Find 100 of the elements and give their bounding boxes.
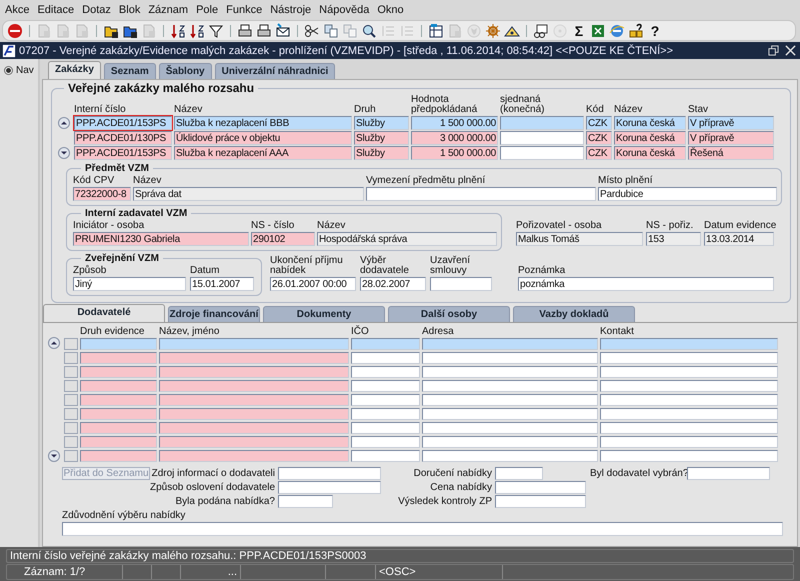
table-cell[interactable]: V přípravě <box>688 131 774 145</box>
table-cell[interactable] <box>159 338 349 350</box>
row-selector[interactable] <box>64 380 78 392</box>
table-cell[interactable] <box>159 422 349 434</box>
filter-icon[interactable] <box>208 22 224 38</box>
table-cell[interactable]: Služby <box>354 146 409 160</box>
input-field[interactable] <box>495 467 543 480</box>
input-field[interactable] <box>687 467 770 480</box>
spreadsheet-icon[interactable] <box>590 22 606 38</box>
table-cell[interactable] <box>80 366 157 378</box>
table-cell[interactable] <box>600 408 778 420</box>
input-field[interactable]: 28.02.2007 <box>360 277 426 291</box>
table-cell[interactable]: 1 500 000.00 <box>411 116 498 130</box>
table-cell[interactable] <box>422 380 598 392</box>
table-cell[interactable] <box>80 436 157 448</box>
table-cell[interactable]: Služby <box>354 116 409 130</box>
tab[interactable]: Seznam <box>104 63 156 79</box>
input-field[interactable] <box>278 467 381 480</box>
table-cell[interactable] <box>351 338 420 350</box>
table-cell[interactable] <box>351 352 420 364</box>
table-cell[interactable] <box>600 436 778 448</box>
table-cell[interactable] <box>351 380 420 392</box>
tab[interactable]: Další osoby <box>388 306 510 322</box>
nav-radio[interactable]: Nav <box>4 65 34 76</box>
menu-item[interactable]: Dotaz <box>79 4 116 16</box>
input-field[interactable] <box>366 187 596 201</box>
table-cell[interactable] <box>500 116 584 130</box>
table-cell[interactable]: Úklidové práce v objektu <box>174 131 352 145</box>
table-cell[interactable] <box>80 394 157 406</box>
envelope-icon[interactable] <box>275 22 291 38</box>
sort-icon[interactable] <box>189 22 205 38</box>
table-cell[interactable] <box>351 366 420 378</box>
table-cell[interactable] <box>351 408 420 420</box>
table-cell[interactable] <box>422 394 598 406</box>
table-cell[interactable] <box>159 450 349 462</box>
table-cell[interactable]: CZK <box>586 116 612 130</box>
table-cell[interactable] <box>351 422 420 434</box>
input-field[interactable] <box>62 522 783 536</box>
input-field[interactable]: Malkus Tomáš <box>516 232 643 246</box>
table-cell[interactable] <box>351 450 420 462</box>
table-cell[interactable] <box>422 422 598 434</box>
table-cell[interactable] <box>422 366 598 378</box>
table-cell[interactable] <box>80 450 157 462</box>
radio-button[interactable] <box>4 66 13 75</box>
input-field[interactable]: Pardubice <box>598 187 777 201</box>
stop-icon[interactable] <box>7 22 23 38</box>
table-cell[interactable]: Koruna česká <box>614 146 686 160</box>
input-field[interactable] <box>495 481 586 494</box>
input-field[interactable]: 72322000-8 <box>73 187 131 201</box>
table-cell[interactable] <box>422 338 598 350</box>
input-field[interactable]: 13.03.2014 <box>704 232 774 246</box>
table-cell[interactable] <box>80 408 157 420</box>
input-field[interactable]: Hospodářská správa <box>317 232 497 246</box>
input-field[interactable]: PRUMENI1230 Gabriela <box>73 232 249 246</box>
input-field[interactable]: 15.01.2007 <box>190 277 254 291</box>
table-cell[interactable]: Řešená <box>688 146 774 160</box>
input-field[interactable] <box>495 495 586 508</box>
menu-item[interactable]: Záznam <box>145 4 194 16</box>
table-cell[interactable]: V přípravě <box>688 116 774 130</box>
table-cell[interactable] <box>600 450 778 462</box>
table-cell[interactable] <box>80 380 157 392</box>
tab[interactable]: Dokumenty <box>263 306 385 322</box>
input-field[interactable]: 153 <box>646 232 701 246</box>
table-cell[interactable] <box>351 394 420 406</box>
printer-icon[interactable] <box>237 22 253 38</box>
table-cell[interactable] <box>422 352 598 364</box>
tab[interactable]: Zakázky <box>48 61 101 79</box>
table-cell[interactable] <box>600 422 778 434</box>
input-field[interactable]: 290102 <box>251 232 315 246</box>
row-selector[interactable] <box>64 408 78 420</box>
menu-item[interactable]: Akce <box>2 4 34 16</box>
scissors-icon[interactable] <box>304 22 320 38</box>
menu-item[interactable]: Okno <box>374 4 409 16</box>
table-cell[interactable] <box>159 408 349 420</box>
tab[interactable]: Vazby dokladů <box>513 306 635 322</box>
table-cell[interactable]: 3 000 000.00 <box>411 131 498 145</box>
printer-icon[interactable] <box>256 22 272 38</box>
toolbar-button[interactable]: ? <box>647 22 663 38</box>
table-cell[interactable] <box>600 394 778 406</box>
table-cell[interactable] <box>422 450 598 462</box>
scroll-down-icon[interactable] <box>48 450 60 462</box>
table-cell[interactable] <box>159 366 349 378</box>
tab[interactable]: Zdroje financování <box>168 306 260 322</box>
table-cell[interactable] <box>159 436 349 448</box>
table-cell[interactable] <box>500 131 584 145</box>
input-field[interactable]: poznámka <box>518 277 774 291</box>
table-cell[interactable] <box>600 352 778 364</box>
table-cell[interactable] <box>500 146 584 160</box>
table-cell[interactable] <box>80 338 157 350</box>
close-icon[interactable] <box>785 45 796 56</box>
scroll-down-icon[interactable] <box>58 147 70 159</box>
table-cell[interactable]: PPP.ACDE01/130PS <box>74 131 172 145</box>
tab[interactable]: Dodavatelé <box>43 304 165 322</box>
table-cell[interactable]: CZK <box>586 131 612 145</box>
sort-icon[interactable] <box>170 22 186 38</box>
table-cell[interactable]: CZK <box>586 146 612 160</box>
copy-icon[interactable] <box>323 22 339 38</box>
row-selector[interactable] <box>64 394 78 406</box>
table-cell[interactable]: Služba k nezaplacení BBB <box>174 116 352 130</box>
table-cell[interactable]: Služby <box>354 131 409 145</box>
